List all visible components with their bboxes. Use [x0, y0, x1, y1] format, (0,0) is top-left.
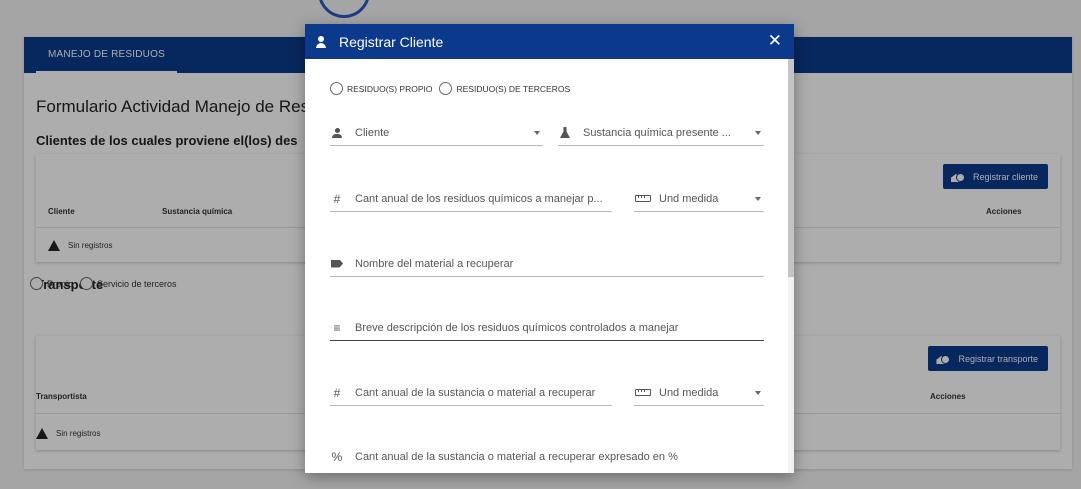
dialog-title: Registrar Cliente	[339, 33, 444, 50]
dialog-scrollbar[interactable]	[788, 59, 794, 473]
hash-icon: #	[333, 385, 341, 400]
radio-residuo-propio-label: RESIDUO(S) PROPIO	[347, 83, 433, 94]
close-icon[interactable]: ✕	[768, 31, 782, 51]
flask-icon	[560, 127, 570, 138]
radio-residuo-terceros[interactable]	[439, 82, 453, 95]
ruler-icon	[634, 195, 651, 202]
chevron-down-icon	[534, 130, 540, 135]
residuo-type-radio-group: RESIDUO(S) PROPIO RESIDUO(S) DE TERCEROS	[330, 82, 570, 95]
chevron-down-icon	[755, 390, 761, 395]
dialog-header: Registrar Cliente ✕	[305, 24, 794, 59]
registrar-cliente-dialog: Registrar Cliente ✕ RESIDUO(S) PROPIO RE…	[305, 24, 794, 473]
hash-icon: #	[333, 191, 341, 206]
person-icon	[315, 35, 327, 48]
label-icon	[331, 259, 343, 268]
cant-anual-residuos-input[interactable]: # Cant anual de los residuos químicos a …	[330, 186, 612, 212]
cliente-select[interactable]: Cliente	[330, 120, 543, 146]
cant-anual-porcentaje-input[interactable]: % Cant anual de la sustancia o material …	[330, 444, 764, 470]
sustancia-quimica-select[interactable]: Sustancia química presente ...	[558, 120, 764, 146]
und-medida-select-1[interactable]: Und medida	[634, 186, 764, 212]
chevron-down-icon	[755, 196, 761, 201]
radio-residuo-propio[interactable]	[330, 82, 343, 95]
scrollbar-thumb[interactable]	[788, 59, 794, 277]
chevron-down-icon	[755, 130, 761, 135]
ruler-icon	[634, 389, 651, 396]
percent-icon: %	[331, 449, 343, 464]
und-medida-select-2[interactable]: Und medida	[634, 380, 764, 406]
person-icon	[332, 127, 342, 138]
breve-descripcion-input[interactable]: ≡ Breve descripción de los residuos quím…	[330, 315, 764, 341]
radio-residuo-terceros-label: RESIDUO(S) DE TERCEROS	[456, 83, 571, 94]
cant-anual-sustancia-input[interactable]: # Cant anual de la sustancia o material …	[330, 380, 612, 406]
list-icon: ≡	[333, 320, 341, 335]
nombre-material-input[interactable]: Nombre del material a recuperar	[330, 251, 764, 277]
